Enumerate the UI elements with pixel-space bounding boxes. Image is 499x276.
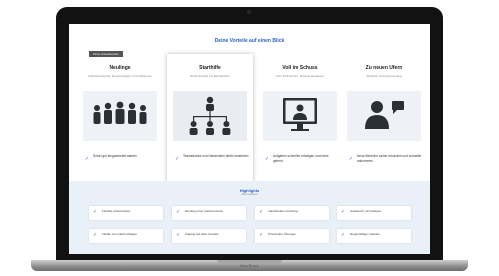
- feature-text: Teamstruktur und Hierarchien direkt vers…: [183, 154, 249, 158]
- laptop-base: MacBook: [31, 260, 468, 271]
- highlight-text: Einstieg ohne Vorkenntnisse: [185, 209, 223, 213]
- highlight-text: Praxisnahe Übungen: [268, 232, 297, 236]
- highlight-card: ✓ Zugang auf allen Geräten: [172, 229, 246, 243]
- laptop-lid: Deine Vorteile auf einen Blick Ohne Zusa…: [56, 7, 443, 261]
- page-title: Deine Vorteile auf einen Blick: [214, 38, 285, 44]
- highlight-text: Austausch mit Kollegen: [350, 209, 382, 213]
- highlight-text: Individuelles Coaching: [268, 209, 299, 213]
- column-subtitle: Vom Profi lernen, Routine ausbauen: [275, 74, 325, 78]
- check-icon: ✓: [176, 232, 181, 238]
- column-subtitle: Erste Schritte ins Berufsleben: [190, 74, 230, 78]
- person-speech-icon: [347, 91, 421, 141]
- highlights-subtitle: Alles inklusive: [241, 193, 258, 196]
- highlight-text: Flexible Arbeitszeiten: [102, 209, 131, 213]
- column-zu-neuen-ufern: Zu neuen Ufern Wechsel und Quereinstieg …: [341, 54, 427, 194]
- column-title: Zu neuen Ufern: [365, 65, 403, 71]
- highlight-card: ✓ Individuelles Coaching: [255, 206, 329, 220]
- check-icon: ✓: [175, 156, 180, 162]
- check-icon: ✓: [341, 209, 346, 215]
- group-of-people-icon: [83, 91, 157, 141]
- feature-text: Neue Bereiche sicher erkunden und schnel…: [357, 154, 422, 163]
- check-icon: ✓: [93, 232, 98, 238]
- highlights-section: Highlights Alles inklusive ✓ Flexible Ar…: [69, 181, 430, 254]
- column-title: Voll im Schuss: [282, 65, 318, 71]
- check-icon: ✓: [349, 156, 354, 162]
- check-icon: ✓: [259, 209, 264, 215]
- highlight-card: ✓ Regelmäßige Updates: [337, 229, 411, 243]
- camera-dot: [247, 10, 251, 14]
- column-subtitle: Arbeitssuchende, Neueinsteiger in Produk…: [87, 74, 153, 78]
- highlight-card: ✓ Austausch mit Kollegen: [337, 206, 411, 220]
- column-voll-im-schuss: Voll im Schuss Vom Profi lernen, Routine…: [257, 54, 343, 194]
- org-chart-icon: [173, 91, 247, 141]
- check-icon: ✓: [259, 232, 264, 238]
- highlight-text: Zugang auf allen Geräten: [185, 232, 220, 236]
- check-icon: ✓: [265, 156, 270, 162]
- feature-text: Sofort gut eingearbeitet starten: [93, 154, 137, 158]
- highlight-card: ✓ Einstieg ohne Vorkenntnisse: [172, 206, 246, 220]
- column-title: Starthilfe: [199, 65, 221, 71]
- column-subtitle: Wechsel und Quereinstieg: [366, 74, 402, 78]
- highlight-text: Regelmäßige Updates: [350, 232, 380, 236]
- highlight-text: Inhalte zum Nachschlagen: [102, 232, 138, 236]
- feature-text: Aufgaben schneller erledigen und mehr ge…: [273, 154, 329, 163]
- laptop-brand-label: MacBook: [240, 263, 259, 268]
- column-starthilfe: Starthilfe Erste Schritte ins Berufslebe…: [167, 54, 253, 194]
- check-icon: ✓: [176, 209, 181, 215]
- column-neulinge: Neulinge Arbeitssuchende, Neueinsteiger …: [77, 54, 163, 194]
- highlight-card: ✓ Praxisnahe Übungen: [255, 229, 329, 243]
- check-icon: ✓: [341, 232, 346, 238]
- laptop-screen: Deine Vorteile auf einen Blick Ohne Zusa…: [69, 24, 430, 254]
- video-call-icon: [263, 91, 337, 141]
- column-title: Neulinge: [109, 65, 131, 71]
- check-icon: ✓: [85, 156, 90, 162]
- highlight-card: ✓ Flexible Arbeitszeiten: [89, 206, 163, 220]
- check-icon: ✓: [93, 209, 98, 215]
- highlight-card: ✓ Inhalte zum Nachschlagen: [89, 229, 163, 243]
